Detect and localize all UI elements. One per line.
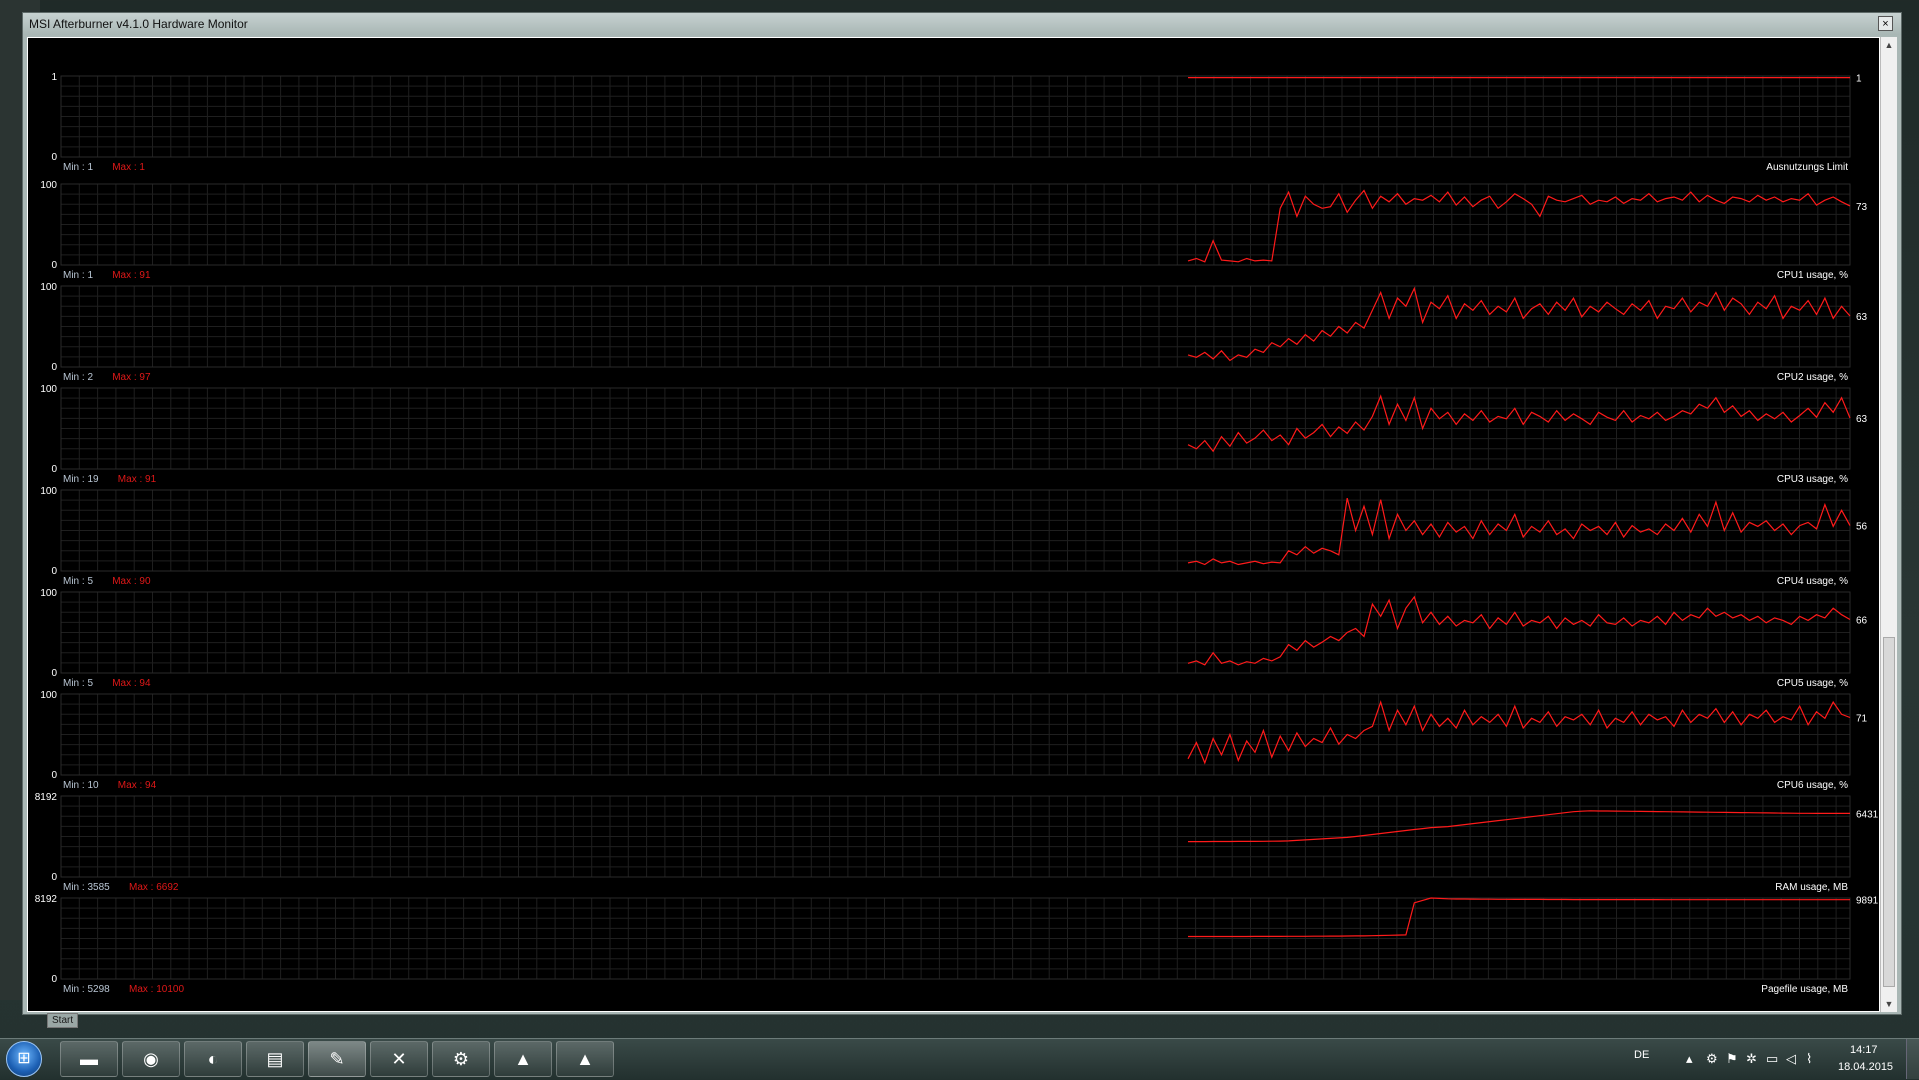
taskbar: ⊞ ▬ ◉ ◐ ▤ ✎ ✕ ⚙ ▲ ▲ DE ▴ ⚙ ⚑ ✲ ▭ ◁ ⌇ 14:… <box>0 1038 1919 1080</box>
current-value-label: 1 <box>1856 74 1862 85</box>
y-axis-bottom-label: 0 <box>51 566 57 577</box>
current-value-label: 66 <box>1856 616 1868 627</box>
y-axis-bottom-label: 0 <box>51 152 57 163</box>
winrar-icon[interactable]: ▤ <box>246 1041 304 1077</box>
graphs-canvas: 1 0 Min : 1 Max : 1 Ausnutzungs Limit 1 100 0 Mi… <box>35 72 1879 995</box>
xbox-icon[interactable]: ✕ <box>370 1041 428 1077</box>
graph-name-label: RAM usage, MB <box>1775 882 1848 893</box>
graph-grid <box>60 897 1850 980</box>
graph-grid <box>60 387 1850 470</box>
scroll-thumb[interactable] <box>1883 637 1895 987</box>
graph-min-label: Min : 19 <box>63 474 99 485</box>
y-axis-bottom-label: 0 <box>51 464 57 475</box>
language-indicator[interactable]: DE <box>1634 1049 1649 1061</box>
clock-date[interactable]: 18.04.2015 <box>1838 1061 1893 1073</box>
y-axis-bottom-label: 0 <box>51 362 57 373</box>
monitor-graph-area[interactable]: 1 0 Min : 1 Max : 1 Ausnutzungs Limit 1 100 0 Mi… <box>27 37 1880 1012</box>
arma2-icon[interactable]: ▲ <box>556 1041 614 1077</box>
graph-max-label: Max : 90 <box>112 576 151 587</box>
y-axis-bottom-label: 0 <box>51 668 57 679</box>
graph-name-label: CPU4 usage, % <box>1777 576 1848 587</box>
graph-grid <box>60 489 1850 572</box>
graph-max-label: Max : 1 <box>112 162 145 173</box>
chrome-icon[interactable]: ◉ <box>122 1041 180 1077</box>
graph-grid <box>60 285 1850 368</box>
start-orb-windows-icon[interactable]: ⊞ <box>6 1041 42 1077</box>
scroll-up-arrow-icon[interactable]: ▲ <box>1881 37 1897 53</box>
folder-icon[interactable]: ▬ <box>60 1041 118 1077</box>
scroll-down-arrow-icon[interactable]: ▼ <box>1881 996 1897 1012</box>
graph-name-label: Pagefile usage, MB <box>1761 984 1848 995</box>
afterburner-icon[interactable]: ✎ <box>308 1041 366 1077</box>
media-player-icon[interactable]: ◐ <box>184 1041 242 1077</box>
y-axis-top-label: 8192 <box>35 792 58 803</box>
y-axis-top-label: 100 <box>40 180 57 191</box>
y-axis-top-label: 100 <box>40 486 57 497</box>
y-axis-top-label: 100 <box>40 588 57 599</box>
graph-max-label: Max : 10100 <box>129 984 184 995</box>
show-desktop-button[interactable] <box>1906 1039 1919 1079</box>
graph-grid <box>60 591 1850 674</box>
graph-name-label: CPU3 usage, % <box>1777 474 1848 485</box>
tray-expand-icon[interactable]: ▴ <box>1686 1051 1693 1067</box>
network-icon[interactable]: ⌇ <box>1806 1051 1812 1067</box>
flag-icon[interactable]: ⚑ <box>1726 1051 1738 1067</box>
current-value-label: 73 <box>1856 202 1868 213</box>
window-titlebar[interactable]: MSI Afterburner v4.1.0 Hardware Monitor … <box>23 13 1901 35</box>
graph-min-label: Min : 3585 <box>63 882 110 893</box>
window-title: MSI Afterburner v4.1.0 Hardware Monitor <box>29 17 248 31</box>
steam-tray-icon[interactable]: ⚙ <box>1706 1051 1718 1067</box>
graph-max-label: Max : 91 <box>112 270 151 281</box>
graph-name-label: Ausnutzungs Limit <box>1766 162 1848 173</box>
current-value-label: 63 <box>1856 312 1868 323</box>
graph-min-label: Min : 10 <box>63 780 99 791</box>
graph-grid <box>60 75 1850 158</box>
y-axis-bottom-label: 0 <box>51 872 57 883</box>
start-tab[interactable]: Start <box>47 1013 79 1028</box>
graph-max-label: Max : 6692 <box>129 882 179 893</box>
y-axis-bottom-label: 0 <box>51 260 57 271</box>
graph-name-label: CPU1 usage, % <box>1777 270 1848 281</box>
y-axis-bottom-label: 0 <box>51 770 57 781</box>
y-axis-top-label: 1 <box>51 72 57 83</box>
close-button[interactable]: × <box>1878 16 1893 31</box>
monitor-tray-icon[interactable]: ▭ <box>1766 1051 1778 1067</box>
current-value-label: 6431 <box>1856 809 1879 820</box>
y-axis-top-label: 100 <box>40 282 57 293</box>
graph-min-label: Min : 2 <box>63 372 93 383</box>
hardware-monitor-window: MSI Afterburner v4.1.0 Hardware Monitor … <box>22 12 1902 1028</box>
gear-tray-icon[interactable]: ✲ <box>1746 1051 1757 1067</box>
graph-name-label: CPU6 usage, % <box>1777 780 1848 791</box>
graph-grid <box>60 693 1850 776</box>
y-axis-top-label: 8192 <box>35 894 58 905</box>
current-value-label: 56 <box>1856 522 1868 533</box>
graph-min-label: Min : 1 <box>63 270 93 281</box>
graph-min-label: Min : 5298 <box>63 984 110 995</box>
y-axis-top-label: 100 <box>40 384 57 395</box>
current-value-label: 71 <box>1856 713 1868 724</box>
graph-grid <box>60 183 1850 266</box>
y-axis-bottom-label: 0 <box>51 974 57 985</box>
vertical-scrollbar[interactable]: ▲ ▼ <box>1880 37 1897 1012</box>
current-value-label: 63 <box>1856 414 1868 425</box>
arma-icon[interactable]: ▲ <box>494 1041 552 1077</box>
current-value-label: 9891 <box>1856 896 1879 907</box>
graph-name-label: CPU2 usage, % <box>1777 372 1848 383</box>
graph-max-label: Max : 97 <box>112 372 151 383</box>
graph-min-label: Min : 5 <box>63 678 93 689</box>
graph-min-label: Min : 5 <box>63 576 93 587</box>
steam-icon[interactable]: ⚙ <box>432 1041 490 1077</box>
volume-icon[interactable]: ◁ <box>1786 1051 1796 1067</box>
graph-name-label: CPU5 usage, % <box>1777 678 1848 689</box>
clock-time[interactable]: 14:17 <box>1850 1044 1878 1056</box>
graph-grid <box>60 795 1850 878</box>
graph-min-label: Min : 1 <box>63 162 93 173</box>
graph-max-label: Max : 91 <box>118 474 157 485</box>
graph-max-label: Max : 94 <box>112 678 151 689</box>
y-axis-top-label: 100 <box>40 690 57 701</box>
graph-max-label: Max : 94 <box>118 780 157 791</box>
